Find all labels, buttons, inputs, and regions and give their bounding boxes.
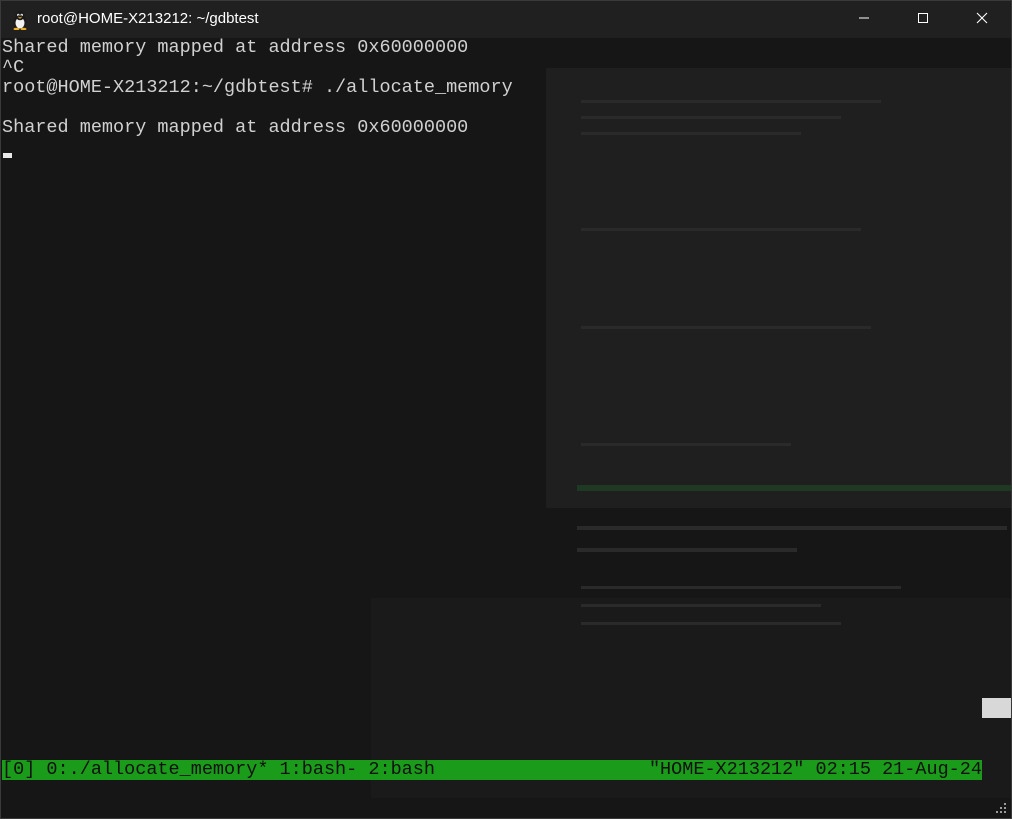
terminal-line: root@HOME-X213212:~/gdbtest# ./allocate_… [2, 77, 513, 98]
close-button[interactable] [953, 1, 1011, 38]
terminal-output: Shared memory mapped at address 0x600000… [2, 38, 513, 138]
scrollbar-thumb[interactable] [982, 698, 1011, 718]
background-ghost-line [581, 604, 821, 607]
background-ghost-line [581, 622, 841, 625]
background-ghost-line [581, 326, 871, 329]
tux-penguin-icon [11, 10, 29, 31]
terminal-area[interactable]: Shared memory mapped at address 0x600000… [1, 38, 1011, 818]
terminal-window: root@HOME-X213212: ~/gdbtest Shared memo… [0, 0, 1012, 819]
background-ghost-line [581, 132, 801, 135]
background-ghost-line [581, 586, 901, 589]
background-ghost-line [577, 548, 797, 552]
text-cursor [3, 153, 12, 158]
minimize-icon [858, 11, 870, 28]
tmux-host-clock: "HOME-X213212" 02:15 21-Aug-24 [648, 759, 982, 780]
title-bar[interactable]: root@HOME-X213212: ~/gdbtest [1, 1, 1011, 38]
terminal-line: Shared memory mapped at address 0x600000… [2, 38, 469, 58]
tmux-status-bar: [0] 0:./allocate_memory* 1:bash- 2:bash … [2, 760, 982, 780]
background-ghost-line [581, 100, 881, 103]
tmux-window-list[interactable]: [0] 0:./allocate_memory* 1:bash- 2:bash [2, 760, 435, 780]
background-ghost-line [581, 228, 861, 231]
background-ghost-highlight [577, 485, 1011, 491]
background-ghost-line [577, 526, 1007, 530]
close-icon [976, 11, 988, 28]
terminal-line: ^C [2, 57, 25, 78]
background-ghost-line [581, 116, 841, 119]
window-title: root@HOME-X213212: ~/gdbtest [37, 10, 259, 27]
terminal-line: Shared memory mapped at address 0x600000… [2, 117, 469, 138]
background-ghost-line [581, 443, 791, 446]
maximize-icon [917, 11, 929, 28]
minimize-button[interactable] [835, 1, 893, 38]
maximize-button[interactable] [894, 1, 952, 38]
resize-grip-icon[interactable] [991, 798, 1009, 816]
